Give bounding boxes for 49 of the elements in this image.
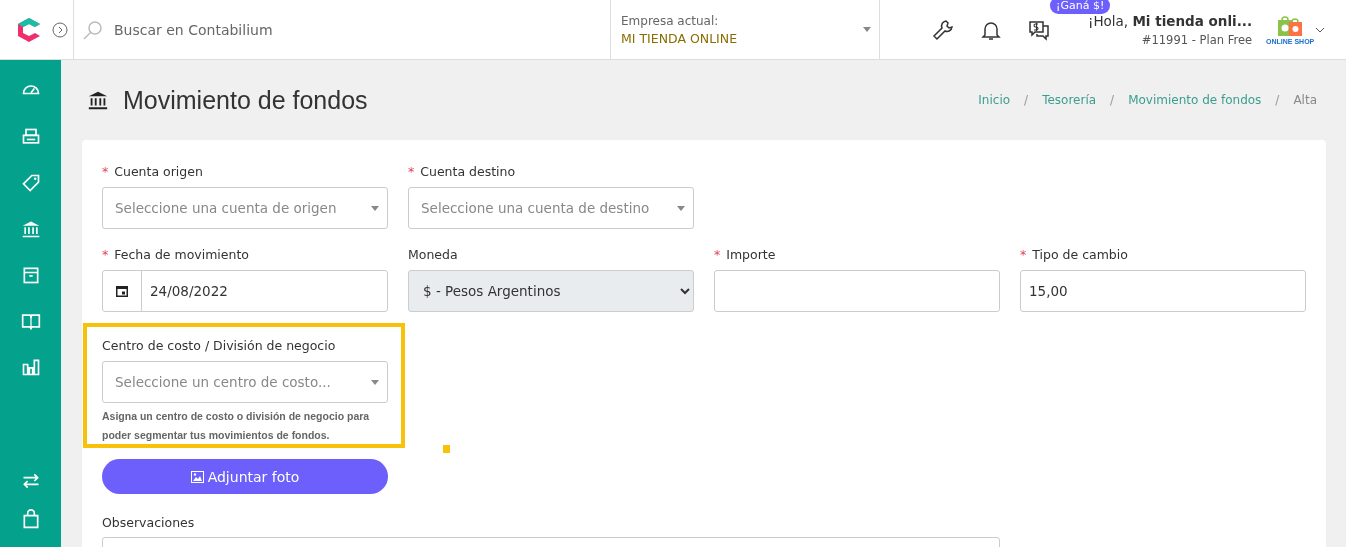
tag-icon[interactable] <box>20 173 41 193</box>
field-label: Cuenta destino <box>420 164 516 179</box>
select-field[interactable]: Seleccione una cuenta de destino <box>408 187 694 229</box>
chart-icon[interactable] <box>20 357 41 377</box>
field-label: Tipo de cambio <box>1032 247 1128 262</box>
input-field[interactable]: 15,00 <box>1021 271 1305 311</box>
image-icon <box>190 470 204 483</box>
calendar-icon[interactable] <box>115 284 129 298</box>
field-label: Centro de costo / División de negocio <box>102 338 336 353</box>
breadcrumb-link[interactable]: Inicio <box>978 93 1011 107</box>
plan-text: #11991 - Plan Free <box>1140 32 1253 47</box>
select-field[interactable]: Seleccione un centro de costo... <box>102 361 388 403</box>
logo-icon[interactable] <box>16 16 42 43</box>
required-mark: * <box>102 247 109 262</box>
required-mark: * <box>714 247 721 262</box>
company-selector[interactable]: Empresa actual: MI TIENDA ONLINE <box>610 0 880 59</box>
required-mark: * <box>102 164 109 179</box>
wrench-icon[interactable] <box>932 18 954 41</box>
breadcrumb-separator: / <box>1275 93 1280 107</box>
search-icon <box>82 18 104 41</box>
date-field[interactable]: 24/08/2022 <box>102 270 388 312</box>
bank-icon <box>87 89 109 111</box>
help-text: Asigna un centro de costo o división de negocio para poder segmentar tus movimientos de fondos. <box>102 409 371 443</box>
chat-dollar-icon[interactable] <box>1028 18 1050 41</box>
field-label: Observaciones <box>102 515 195 530</box>
highlight-mark <box>443 445 450 453</box>
bank-icon[interactable] <box>20 219 41 239</box>
breadcrumb-link[interactable]: Movimiento de fondos <box>1128 93 1262 107</box>
page-title: Movimiento de fondos <box>123 85 368 115</box>
expand-icon[interactable] <box>52 21 68 38</box>
breadcrumb-separator: / <box>1110 93 1115 107</box>
greeting-text: ¡Hola, Mi tienda onli... <box>1088 12 1253 29</box>
currency-select[interactable]: $ - Pesos Argentinos <box>408 270 694 312</box>
date-input[interactable]: 24/08/2022 <box>142 283 387 299</box>
required-mark: * <box>1020 247 1027 262</box>
breadcrumb-link[interactable]: Tesorería <box>1042 93 1097 107</box>
field-label: Moneda <box>408 247 458 262</box>
attach-photo-button[interactable]: Adjuntar foto <box>102 459 388 494</box>
field-label: Cuenta origen <box>114 164 203 179</box>
breadcrumb-separator: / <box>1024 93 1029 107</box>
transfer-icon[interactable] <box>20 471 41 491</box>
field-label: Importe <box>726 247 776 262</box>
promo-badge[interactable]: ¡Ganá $! <box>1050 0 1111 14</box>
required-mark: * <box>408 164 415 179</box>
breadcrumb-current: Alta <box>1293 93 1317 107</box>
printer-icon[interactable] <box>20 127 41 147</box>
book-icon[interactable] <box>20 311 41 331</box>
select-field[interactable]: Seleccione una cuenta de origen <box>102 187 388 229</box>
field-label: Fecha de movimiento <box>114 247 249 262</box>
